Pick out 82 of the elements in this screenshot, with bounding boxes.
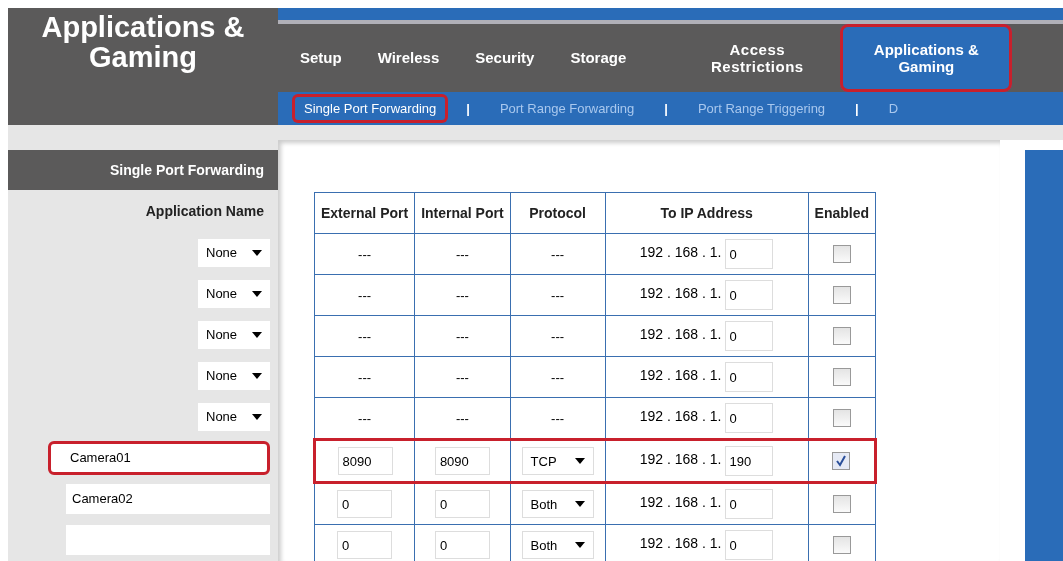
table-cell: --- bbox=[551, 369, 565, 385]
table-cell: --- bbox=[551, 328, 565, 344]
nav-tab[interactable]: Applications & Gaming bbox=[840, 24, 1013, 92]
table-cell: --- bbox=[358, 369, 372, 385]
enabled-checkbox[interactable] bbox=[832, 368, 851, 386]
table-cell: --- bbox=[455, 328, 469, 344]
enabled-checkbox[interactable] bbox=[832, 286, 851, 304]
table-cell: --- bbox=[455, 287, 469, 303]
enabled-checkbox[interactable] bbox=[832, 245, 851, 263]
ip-octet-field[interactable]: 0 bbox=[725, 321, 774, 351]
column-header: Internal Port bbox=[414, 192, 511, 234]
ip-prefix: 192 . 168 . 1. bbox=[639, 326, 722, 343]
nav-tab[interactable]: Setup bbox=[292, 45, 350, 71]
protocol-dropdown[interactable]: Both bbox=[521, 531, 594, 559]
table-cell: --- bbox=[358, 287, 372, 303]
ip-octet-field[interactable]: 0 bbox=[725, 489, 774, 519]
separator: | bbox=[466, 101, 470, 116]
caret-icon bbox=[574, 458, 585, 464]
subnav-link[interactable]: Single Port Forwarding bbox=[292, 94, 449, 123]
ip-prefix: 192 . 168 . 1. bbox=[639, 494, 722, 511]
table-cell: --- bbox=[551, 246, 565, 262]
caret-icon bbox=[574, 542, 585, 548]
separator: | bbox=[664, 101, 668, 116]
application-dropdown[interactable]: None bbox=[198, 279, 270, 308]
ip-octet-field[interactable]: 0 bbox=[725, 280, 774, 310]
ip-prefix: 192 . 168 . 1. bbox=[639, 408, 722, 425]
nav-tab[interactable]: Wireless bbox=[369, 45, 448, 71]
table-cell: --- bbox=[551, 410, 565, 426]
ip-octet-field[interactable]: 190 bbox=[725, 446, 774, 476]
nav-tab[interactable]: Storage bbox=[562, 45, 635, 71]
application-dropdown[interactable]: None bbox=[198, 238, 270, 267]
enabled-checkbox[interactable] bbox=[832, 327, 851, 345]
enabled-checkbox[interactable] bbox=[832, 452, 851, 470]
ip-octet-field[interactable]: 0 bbox=[725, 530, 774, 560]
page-title: Applications & Gaming bbox=[40, 10, 246, 76]
table-cell: --- bbox=[551, 287, 565, 303]
internal-port-field[interactable]: 8090 bbox=[434, 447, 490, 475]
external-port-field[interactable]: 8090 bbox=[337, 447, 393, 475]
application-name-field[interactable] bbox=[66, 524, 270, 555]
nav-tab[interactable]: Access Restrictions bbox=[694, 36, 821, 80]
table-cell: --- bbox=[455, 410, 469, 426]
application-dropdown[interactable]: None bbox=[198, 320, 270, 349]
table-cell: --- bbox=[358, 410, 372, 426]
ip-prefix: 192 . 168 . 1. bbox=[639, 451, 722, 468]
ip-prefix: 192 . 168 . 1. bbox=[639, 367, 722, 384]
table-cell: --- bbox=[358, 328, 372, 344]
column-header: Protocol bbox=[510, 192, 606, 234]
enabled-checkbox[interactable] bbox=[832, 409, 851, 427]
ip-octet-field[interactable]: 0 bbox=[725, 362, 774, 392]
column-header: Enabled bbox=[808, 192, 876, 234]
caret-icon bbox=[252, 413, 262, 420]
caret-icon bbox=[574, 501, 585, 507]
table-cell: --- bbox=[455, 369, 469, 385]
caret-icon bbox=[252, 249, 262, 256]
table-cell: --- bbox=[455, 246, 469, 262]
ip-prefix: 192 . 168 . 1. bbox=[639, 535, 722, 552]
ip-prefix: 192 . 168 . 1. bbox=[639, 244, 722, 261]
external-port-field[interactable]: 0 bbox=[337, 490, 393, 518]
column-label: Application Name bbox=[144, 202, 265, 221]
internal-port-field[interactable]: 0 bbox=[434, 531, 490, 559]
nav-tab[interactable]: Security bbox=[467, 45, 543, 71]
caret-icon bbox=[252, 372, 262, 379]
protocol-dropdown[interactable]: TCP bbox=[521, 447, 594, 475]
application-dropdown[interactable]: None bbox=[198, 402, 270, 431]
ip-octet-field[interactable]: 0 bbox=[725, 239, 774, 269]
ip-octet-field[interactable]: 0 bbox=[725, 403, 774, 433]
caret-icon bbox=[252, 331, 262, 338]
enabled-checkbox[interactable] bbox=[832, 536, 851, 554]
external-port-field[interactable]: 0 bbox=[337, 531, 393, 559]
application-dropdown[interactable]: None bbox=[198, 361, 270, 390]
internal-port-field[interactable]: 0 bbox=[434, 490, 490, 518]
application-name-field[interactable]: Camera01 bbox=[50, 442, 268, 473]
separator: | bbox=[855, 101, 859, 116]
application-name-field[interactable]: Camera02 bbox=[66, 483, 270, 514]
ip-prefix: 192 . 168 . 1. bbox=[639, 285, 722, 302]
section-heading: Single Port Forwarding bbox=[8, 150, 278, 190]
enabled-checkbox[interactable] bbox=[832, 495, 851, 513]
table-cell: --- bbox=[358, 246, 372, 262]
column-header: External Port bbox=[314, 192, 415, 234]
column-header: To IP Address bbox=[605, 192, 809, 234]
protocol-dropdown[interactable]: Both bbox=[521, 490, 594, 518]
caret-icon bbox=[252, 290, 262, 297]
